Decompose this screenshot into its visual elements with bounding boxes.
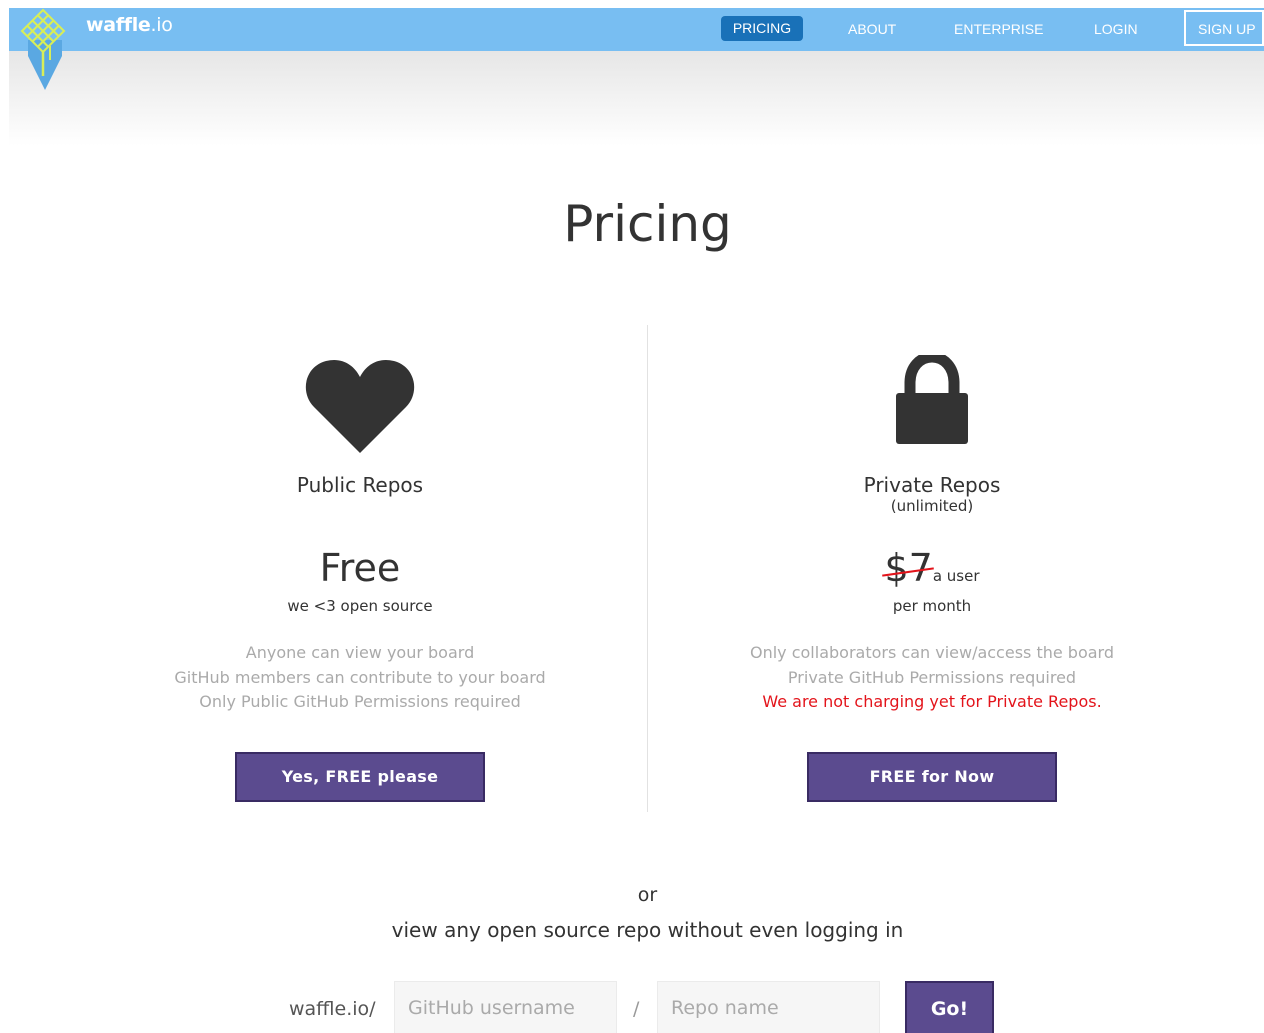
feature-item: Anyone can view your board — [245, 643, 475, 662]
feature-item: Only collaborators can view/access the b… — [749, 643, 1114, 662]
plan-subtitle: (unlimited) — [890, 497, 974, 515]
plan-name: Public Repos — [296, 473, 424, 497]
warning-text: We are not charging yet for Private Repo… — [762, 692, 1102, 711]
waffle-grid-icon — [20, 8, 66, 76]
feature-item: Private GitHub Permissions required — [787, 667, 1077, 687]
feature-list: Anyone can view your board GitHub member… — [130, 641, 590, 715]
feature-item: Only Public GitHub Permissions required — [199, 692, 521, 711]
browse-caption: view any open source repo without even l… — [391, 918, 904, 942]
nav-about[interactable]: ABOUT — [848, 16, 896, 42]
plan-price-struck: $7 — [884, 546, 933, 590]
header-shadow — [9, 51, 1264, 146]
plan-private: Private Repos (unlimited) $7a user per m… — [702, 350, 1162, 802]
plan-name: Private Repos — [863, 473, 1001, 497]
nav-enterprise[interactable]: ENTERPRISE — [954, 16, 1043, 42]
signup-button[interactable]: SIGN UP — [1184, 10, 1264, 46]
brand-wordmark[interactable]: waffle.io — [86, 14, 173, 36]
nav-pricing[interactable]: PRICING — [721, 16, 803, 41]
github-username-input[interactable] — [394, 981, 617, 1033]
plan-price-group: $7a user — [702, 546, 1162, 590]
price-note: per month — [892, 597, 972, 615]
url-prefix: waffle.io/ — [289, 998, 376, 1020]
page-title: Pricing — [563, 195, 732, 253]
path-separator: / — [633, 998, 640, 1020]
top-nav-bar — [9, 8, 1264, 51]
repo-name-input[interactable] — [657, 981, 880, 1033]
go-button[interactable]: Go! — [905, 981, 994, 1033]
brand-suffix: .io — [150, 14, 173, 36]
or-separator: or — [637, 884, 658, 906]
column-divider — [647, 325, 648, 812]
price-unit: a user — [932, 567, 980, 585]
free-for-now-button[interactable]: FREE for Now — [807, 752, 1057, 802]
price-note: we <3 open source — [287, 597, 433, 615]
brand-name: waffle — [86, 14, 151, 36]
plan-price: Free — [319, 546, 401, 590]
heart-icon — [305, 359, 415, 453]
feature-item: GitHub members can contribute to your bo… — [174, 667, 546, 687]
lock-icon — [896, 355, 968, 444]
free-plan-button[interactable]: Yes, FREE please — [235, 752, 485, 802]
feature-list: Only collaborators can view/access the b… — [702, 641, 1162, 715]
plan-public: Public Repos Free we <3 open source Anyo… — [130, 350, 590, 802]
nav-login[interactable]: LOGIN — [1094, 16, 1138, 42]
